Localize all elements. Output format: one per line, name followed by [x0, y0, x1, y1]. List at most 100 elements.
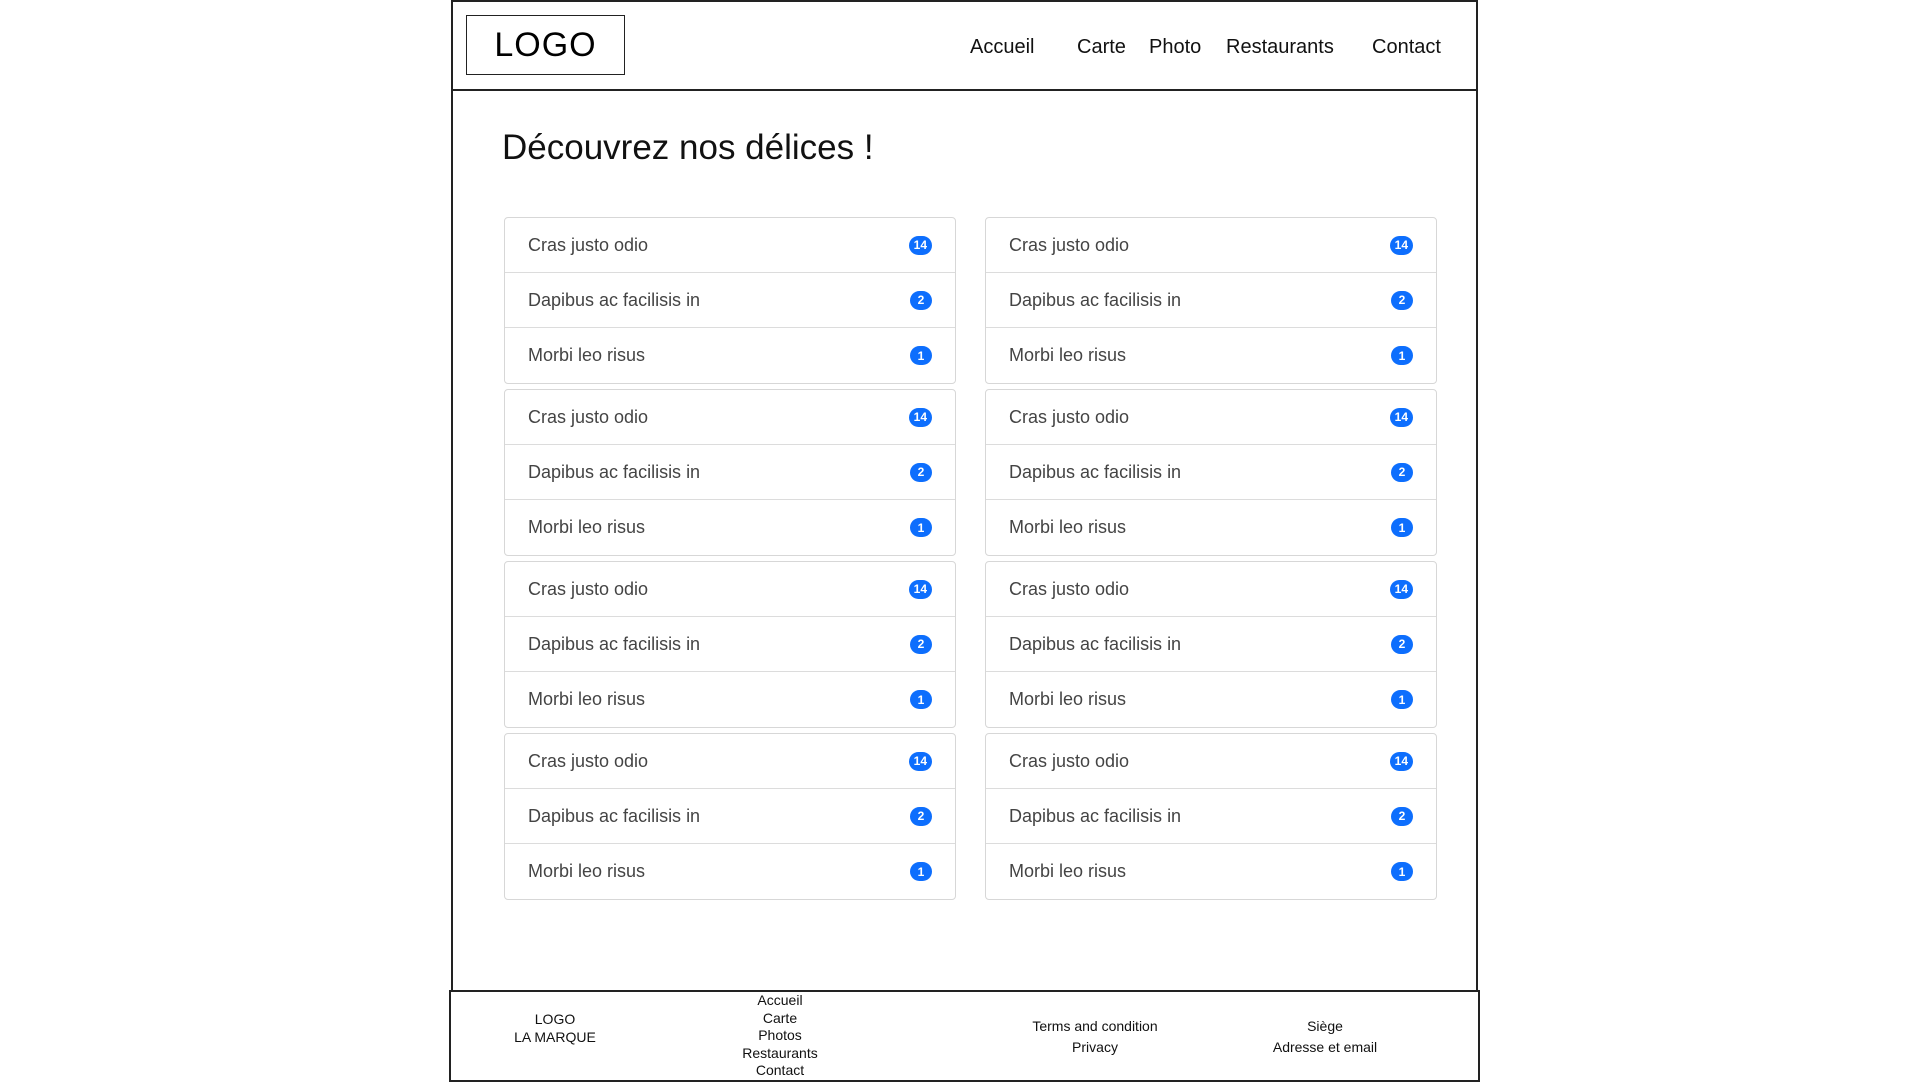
list-item-label: Cras justo odio: [528, 406, 649, 427]
count-badge: 14: [908, 751, 932, 771]
count-badge: 14: [1389, 751, 1413, 771]
list-item[interactable]: Cras justo odio 14: [986, 734, 1436, 789]
footer-address-email[interactable]: Adresse et email: [1255, 1037, 1395, 1058]
list-item[interactable]: Cras justo odio 14: [986, 390, 1436, 445]
footer-legal: Terms and condition Privacy: [1020, 1016, 1170, 1058]
list-item-label: Dapibus ac facilisis in: [528, 289, 701, 310]
list-item-label: Dapibus ac facilisis in: [528, 461, 701, 482]
list-item[interactable]: Cras justo odio 14: [505, 390, 955, 445]
list-item[interactable]: Morbi leo risus 1: [505, 844, 955, 899]
count-badge: 1: [910, 518, 932, 537]
count-badge: 2: [1391, 462, 1413, 482]
list-group: Cras justo odio 14 Dapibus ac facilisis i…: [985, 389, 1437, 556]
list-item[interactable]: Cras justo odio 14: [505, 562, 955, 617]
footer-link-contact[interactable]: Contact: [725, 1062, 835, 1080]
count-badge: 14: [1389, 235, 1413, 255]
count-badge: 1: [910, 862, 932, 881]
nav-link-photo[interactable]: Photo: [1149, 36, 1201, 59]
list-item[interactable]: Dapibus ac facilisis in 2: [986, 789, 1436, 844]
list-item-label: Morbi leo risus: [1009, 517, 1127, 537]
list-item[interactable]: Morbi leo risus 1: [986, 672, 1436, 727]
list-item[interactable]: Morbi leo risus 1: [986, 844, 1436, 899]
footer-logo[interactable]: LOGO: [500, 1010, 610, 1028]
count-badge: 1: [1391, 862, 1413, 881]
list-item-label: Morbi leo risus: [528, 517, 646, 537]
count-badge: 2: [910, 634, 932, 654]
footer-contact: Siège Adresse et email: [1255, 1016, 1395, 1058]
list-item-label: Cras justo odio: [1009, 578, 1130, 599]
list-item-label: Morbi leo risus: [528, 689, 646, 709]
count-badge: 1: [1391, 690, 1413, 709]
list-group: Cras justo odio 14 Dapibus ac facilisis i…: [985, 561, 1437, 728]
list-item-label: Morbi leo risus: [1009, 345, 1127, 365]
list-item[interactable]: Morbi leo risus 1: [505, 328, 955, 383]
list-group: Cras justo odio 14 Dapibus ac facilisis i…: [985, 733, 1437, 900]
count-badge: 1: [1391, 518, 1413, 537]
list-item-label: Morbi leo risus: [1009, 861, 1127, 881]
count-badge: 14: [1389, 579, 1413, 599]
count-badge: 2: [910, 806, 932, 826]
list-item-label: Dapibus ac facilisis in: [1009, 461, 1182, 482]
count-badge: 2: [910, 462, 932, 482]
nav-link-restaurants[interactable]: Restaurants: [1226, 36, 1334, 59]
list-item-label: Dapibus ac facilisis in: [1009, 289, 1182, 310]
list-item-label: Dapibus ac facilisis in: [1009, 633, 1182, 654]
list-item[interactable]: Dapibus ac facilisis in 2: [986, 273, 1436, 328]
list-item[interactable]: Morbi leo risus 1: [505, 672, 955, 727]
list-item[interactable]: Cras justo odio 14: [505, 218, 955, 273]
nav-link-accueil[interactable]: Accueil: [970, 36, 1034, 59]
list-item[interactable]: Cras justo odio 14: [986, 218, 1436, 273]
footer-link-terms[interactable]: Terms and condition: [1020, 1016, 1170, 1037]
list-item-label: Cras justo odio: [528, 578, 649, 599]
list-item-label: Dapibus ac facilisis in: [528, 805, 701, 826]
footer-link-restaurants[interactable]: Restaurants: [725, 1045, 835, 1063]
nav-link-contact[interactable]: Contact: [1372, 36, 1441, 59]
list-item[interactable]: Cras justo odio 14: [505, 734, 955, 789]
list-item[interactable]: Dapibus ac facilisis in 2: [505, 617, 955, 672]
list-item[interactable]: Dapibus ac facilisis in 2: [505, 445, 955, 500]
footer-link-accueil[interactable]: Accueil: [725, 992, 835, 1010]
list-group: Cras justo odio 14 Dapibus ac facilisis i…: [504, 217, 956, 384]
logo[interactable]: LOGO: [466, 15, 625, 75]
list-item-label: Cras justo odio: [1009, 406, 1130, 427]
list-item-label: Morbi leo risus: [1009, 689, 1127, 709]
list-item-label: Cras justo odio: [528, 234, 649, 255]
count-badge: 1: [910, 346, 932, 365]
footer-link-photos[interactable]: Photos: [725, 1027, 835, 1045]
count-badge: 2: [1391, 634, 1413, 654]
list-item-label: Morbi leo risus: [528, 345, 646, 365]
nav-link-carte[interactable]: Carte: [1077, 36, 1126, 59]
list-group: Cras justo odio 14 Dapibus ac facilisis i…: [985, 217, 1437, 384]
count-badge: 14: [1389, 407, 1413, 427]
footer-link-carte[interactable]: Carte: [725, 1010, 835, 1028]
list-item[interactable]: Morbi leo risus 1: [986, 328, 1436, 383]
footer-nav: Accueil Carte Photos Restaurants Contact: [725, 992, 835, 1080]
list-item-label: Dapibus ac facilisis in: [528, 633, 701, 654]
list-item-label: Cras justo odio: [1009, 234, 1130, 255]
list-item-label: Cras justo odio: [528, 750, 649, 771]
list-group: Cras justo odio 14 Dapibus ac facilisis i…: [504, 733, 956, 900]
count-badge: 2: [910, 290, 932, 310]
count-badge: 14: [908, 235, 932, 255]
list-item[interactable]: Morbi leo risus 1: [505, 500, 955, 555]
list-item[interactable]: Dapibus ac facilisis in 2: [986, 445, 1436, 500]
list-item[interactable]: Dapibus ac facilisis in 2: [505, 273, 955, 328]
page-title: Découvrez nos délices !: [502, 128, 874, 167]
footer-siege: Siège: [1307, 1018, 1343, 1034]
list-group: Cras justo odio 14 Dapibus ac facilisis i…: [504, 561, 956, 728]
list-item-label: Cras justo odio: [1009, 750, 1130, 771]
list-group: Cras justo odio 14 Dapibus ac facilisis i…: [504, 389, 956, 556]
list-item[interactable]: Morbi leo risus 1: [986, 500, 1436, 555]
list-item-label: Morbi leo risus: [528, 861, 646, 881]
count-badge: 2: [1391, 290, 1413, 310]
list-item[interactable]: Dapibus ac facilisis in 2: [505, 789, 955, 844]
count-badge: 1: [910, 690, 932, 709]
footer-link-privacy[interactable]: Privacy: [1020, 1037, 1170, 1058]
list-item[interactable]: Cras justo odio 14: [986, 562, 1436, 617]
count-badge: 2: [1391, 806, 1413, 826]
footer-brand: LOGO LA MARQUE: [500, 1010, 610, 1046]
count-badge: 14: [908, 579, 932, 599]
count-badge: 1: [1391, 346, 1413, 365]
count-badge: 14: [908, 407, 932, 427]
list-item[interactable]: Dapibus ac facilisis in 2: [986, 617, 1436, 672]
